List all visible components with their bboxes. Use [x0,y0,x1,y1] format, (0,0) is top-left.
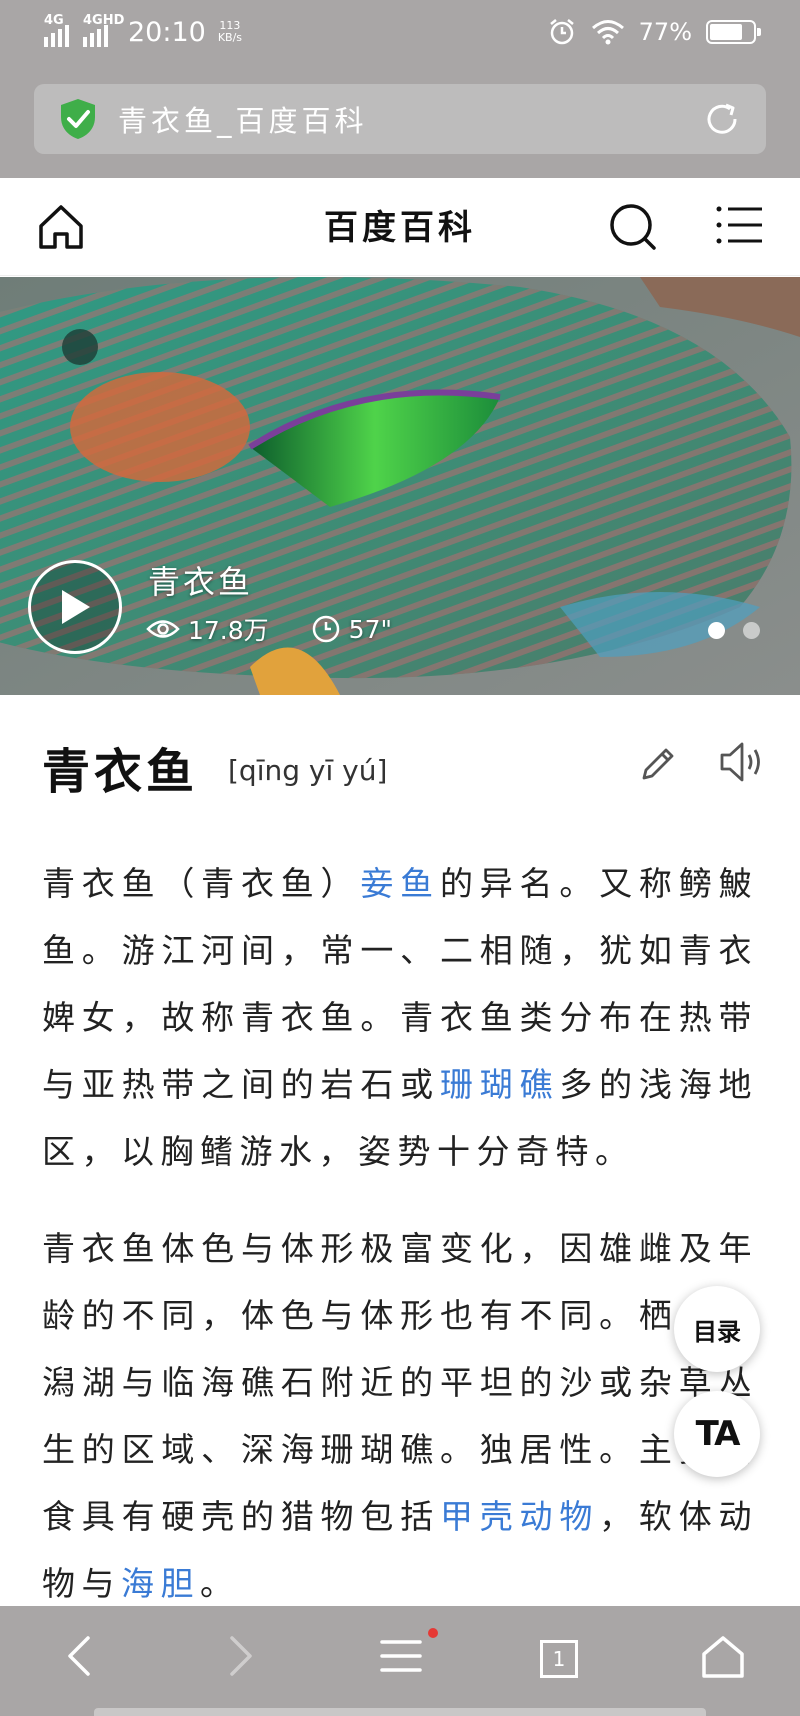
network-type-1: 4G [44,13,64,28]
reload-icon[interactable] [702,99,742,139]
site-header: 百度百科 [0,178,800,276]
view-count: 17.8万 [188,616,269,645]
duration-group: 57" [311,614,392,644]
battery-percent: 77% [638,18,692,46]
eye-icon [146,620,180,638]
clock-icon [312,615,339,643]
battery-fill [710,24,743,40]
video-banner[interactable]: 青衣鱼 17.8万 57" [0,277,800,695]
summary-paragraph-1: 青衣鱼（青衣鱼）妾鱼的异名。又称鳑鮍鱼。游江河间，常一、二相随，犹如青衣婢女，故… [42,850,758,1185]
page-title: 青衣鱼_百度百科 [118,104,368,138]
ta-button[interactable]: TA [674,1391,760,1477]
edit-pencil-icon[interactable] [638,744,678,784]
status-right: 77% [547,17,761,47]
gesture-bar [94,1708,706,1716]
fish-thumbnail [0,277,800,695]
clock: 20:10 [128,16,206,48]
menu-lines-icon[interactable] [378,1634,424,1678]
summary-paragraph-2: 青衣鱼体色与体形极富变化，因雄雌及年龄的不同，体色与体形也有不同。栖息在潟湖与临… [42,1215,758,1617]
browser-bottom-nav: 1 [0,1606,800,1716]
signal-icon-2: 4GHD [83,13,124,47]
wifi-icon [591,20,624,45]
forward-icon[interactable] [222,1634,258,1678]
battery-icon [706,20,761,44]
video-meta: 17.8万 57" [146,611,392,647]
entry-title: 青衣鱼 [42,744,199,800]
p2-text-1: 青衣鱼体色与体形极富变化，因雄雌及年龄的不同，体色与体形也有不同。栖息在潟湖与临… [42,1229,758,1536]
network-speed: 113 KB/s [218,20,242,44]
video-duration: 57" [348,614,392,644]
alarm-icon [549,19,574,45]
play-icon [62,590,90,624]
carousel-dot[interactable] [708,622,725,639]
pinyin: [qīng yī yú] [228,754,388,787]
home-nav-icon[interactable] [700,1634,746,1680]
tabs-button[interactable]: 1 [540,1640,578,1678]
signal-icon: 4G [44,13,69,47]
video-title: 青衣鱼 [148,563,254,601]
browser-toolbar: 青衣鱼_百度百科 [0,64,800,178]
network-type-2: 4GHD [83,13,125,28]
toc-button[interactable]: 目录 [674,1286,760,1372]
link-coral-reef[interactable]: 珊瑚礁 [440,1065,559,1104]
menu-icon[interactable] [716,204,764,248]
secure-shield-icon [61,99,95,139]
p1-text-1: 青衣鱼（青衣鱼） [42,864,361,903]
status-bar: 4G 4GHD 20:10 113 KB/s 77% [0,0,800,64]
back-icon[interactable] [62,1634,98,1678]
status-left: 4G 4GHD 20:10 113 KB/s [44,13,242,48]
link-qie-yu[interactable]: 妾鱼 [360,864,440,903]
play-button[interactable] [28,560,122,654]
speed-unit: KB/s [217,31,243,44]
carousel-dot[interactable] [743,622,760,639]
tab-count: 1 [540,1640,578,1678]
p2-text-3: 。 [200,1564,240,1603]
address-bar[interactable]: 青衣鱼_百度百科 [34,84,766,154]
link-sea-urchin[interactable]: 海胆 [121,1564,200,1603]
site-brand[interactable]: 百度百科 [0,200,800,249]
link-crustacean[interactable]: 甲壳动物 [440,1497,599,1536]
speaker-icon[interactable] [718,740,766,784]
notification-dot [428,1628,438,1638]
search-icon[interactable] [608,202,658,252]
